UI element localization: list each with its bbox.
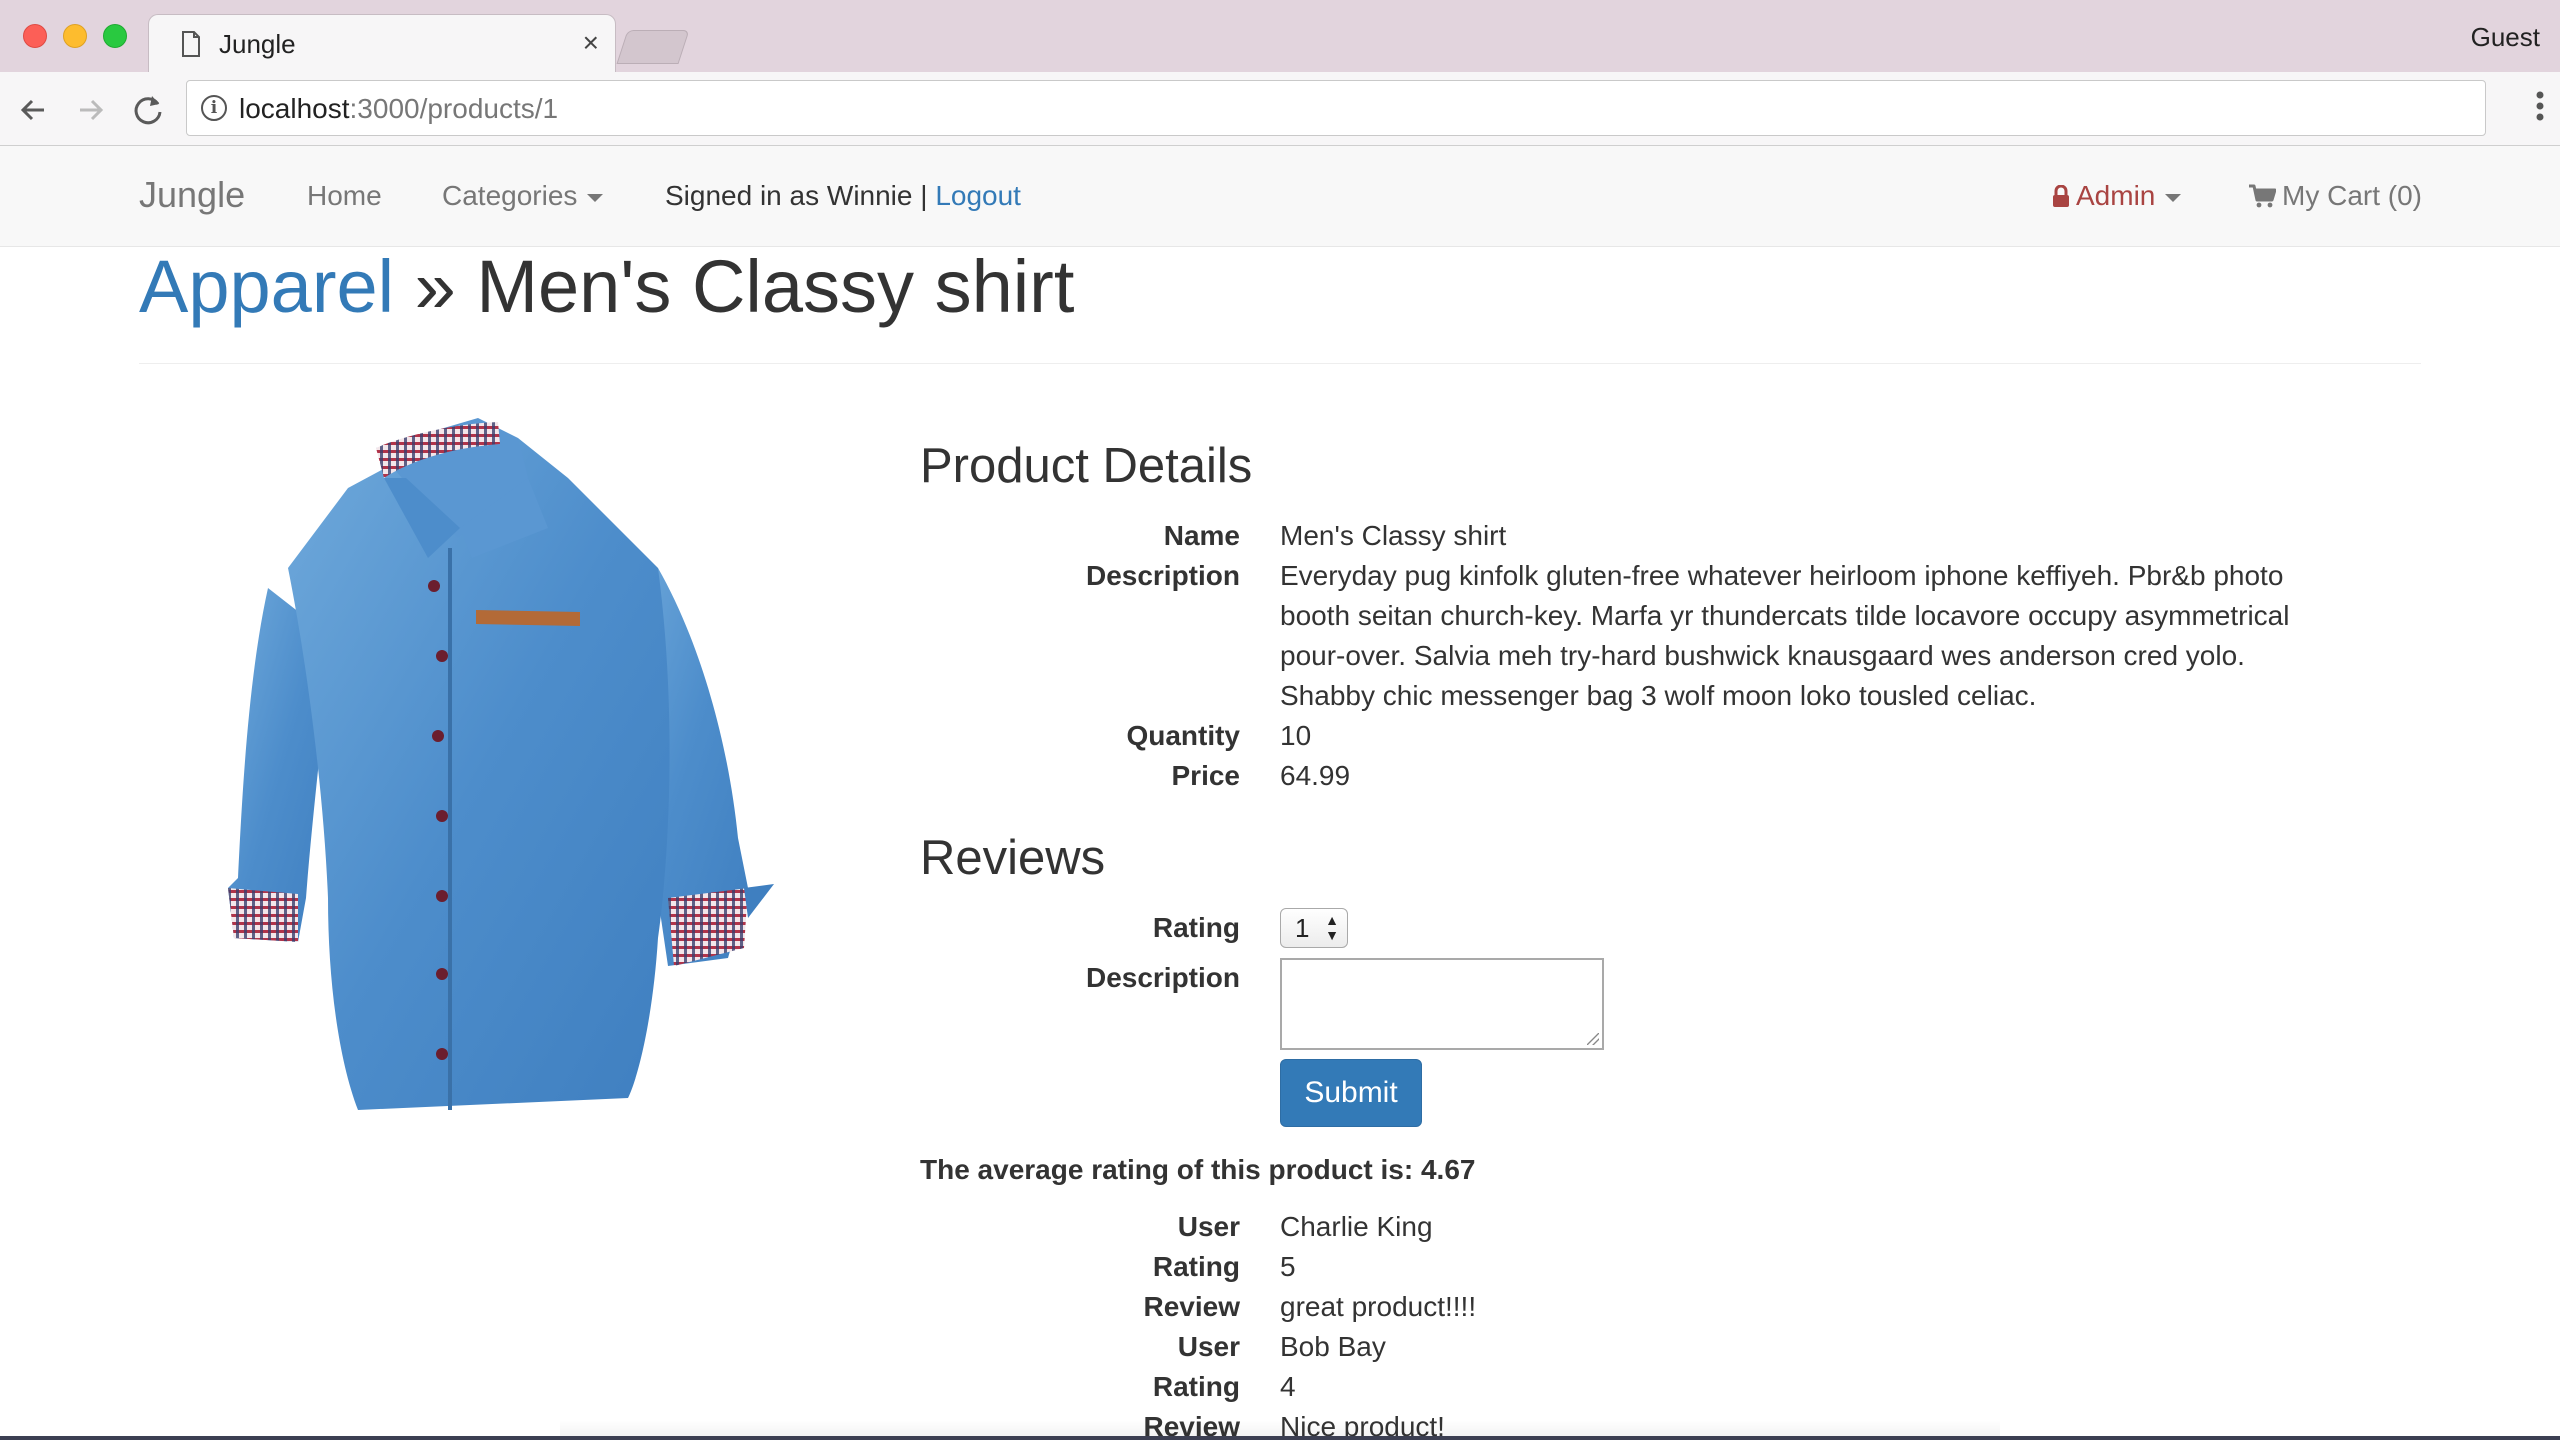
- review-label: User: [1177, 1211, 1240, 1242]
- my-cart-link[interactable]: My Cart (0): [2248, 180, 2422, 212]
- nav-categories-dropdown[interactable]: Categories: [442, 180, 604, 212]
- product-title: Men's Classy shirt: [476, 245, 1075, 328]
- category-link[interactable]: Apparel: [139, 245, 394, 328]
- lock-icon: [2053, 185, 2069, 207]
- browser-tabstrip: Jungle × Guest: [0, 0, 2560, 72]
- nav-home-link[interactable]: Home: [307, 180, 382, 212]
- review-label: Rating: [1152, 1251, 1240, 1282]
- profile-label[interactable]: Guest: [2471, 22, 2540, 53]
- reviews-title: Reviews: [920, 831, 1106, 885]
- new-tab-button[interactable]: [616, 30, 690, 64]
- review-rating: 5: [1280, 1251, 1296, 1282]
- review-label: User: [1177, 1331, 1240, 1362]
- description-label: Description: [1085, 962, 1240, 993]
- product-details-title: Product Details: [920, 439, 1253, 493]
- rating-label: Rating: [1152, 912, 1240, 943]
- rating-select[interactable]: 1 ▲ ▼: [1280, 908, 1348, 948]
- detail-label: Description: [1085, 560, 1240, 591]
- brand-link[interactable]: Jungle: [139, 174, 245, 216]
- review-rating: 4: [1280, 1371, 1296, 1402]
- shopping-cart-icon: [2249, 184, 2276, 208]
- site-navbar: Jungle Home Categories Signed in as Winn…: [0, 146, 2560, 247]
- review-user: Charlie King: [1280, 1211, 1433, 1242]
- review-label: Review: [1143, 1291, 1241, 1322]
- reload-icon[interactable]: [128, 90, 168, 130]
- close-tab-icon[interactable]: ×: [583, 27, 599, 58]
- page-header: Apparel » Men's Classy shirt: [139, 242, 2421, 364]
- browser-tab[interactable]: Jungle ×: [148, 14, 616, 72]
- average-rating-text: The average rating of this product is: 4…: [920, 1154, 1476, 1185]
- info-icon[interactable]: i: [201, 95, 227, 121]
- minimize-window-button[interactable]: [63, 24, 87, 48]
- logout-link[interactable]: Logout: [935, 180, 1021, 211]
- detail-value: 10: [1280, 720, 1312, 751]
- tab-title: Jungle: [219, 29, 296, 59]
- caret-down-icon: [587, 193, 604, 202]
- select-arrows-icon: ▲ ▼: [1325, 912, 1339, 943]
- detail-value: Everyday pug kinfolk gluten-free whateve…: [1280, 560, 2290, 711]
- review-user: Bob Bay: [1280, 1331, 1386, 1362]
- submit-review-button[interactable]: Submit: [1280, 1059, 1422, 1127]
- address-bar[interactable]: i localhost:3000/products/1: [186, 80, 2486, 136]
- detail-value: 64.99: [1280, 760, 1351, 791]
- admin-dropdown[interactable]: Admin: [2052, 180, 2182, 212]
- review-text: great product!!!!: [1280, 1291, 1477, 1322]
- review-label: Rating: [1152, 1371, 1240, 1402]
- signed-in-status: Signed in as Winnie | Logout: [665, 180, 1021, 211]
- review-description-textarea[interactable]: [1280, 958, 1604, 1050]
- maximize-window-button[interactable]: [103, 24, 127, 48]
- close-window-button[interactable]: [23, 24, 47, 48]
- vertical-dots-icon[interactable]: [2534, 86, 2546, 134]
- window-bottom-edge: [0, 1436, 2560, 1440]
- arrow-left-icon[interactable]: [14, 90, 54, 130]
- detail-label: Price: [1171, 760, 1241, 791]
- detail-label: Name: [1163, 520, 1240, 551]
- page-title: Apparel » Men's Classy shirt: [139, 245, 1075, 328]
- detail-value: Men's Classy shirt: [1280, 520, 1507, 551]
- arrow-right-icon[interactable]: [70, 90, 110, 130]
- page-icon: [182, 31, 200, 57]
- url-text: localhost:3000/products/1: [239, 93, 559, 124]
- caret-down-icon: [2165, 193, 2182, 202]
- browser-toolbar: i localhost:3000/products/1: [0, 72, 2560, 146]
- product-image: [228, 418, 774, 1110]
- detail-label: Quantity: [1126, 720, 1240, 751]
